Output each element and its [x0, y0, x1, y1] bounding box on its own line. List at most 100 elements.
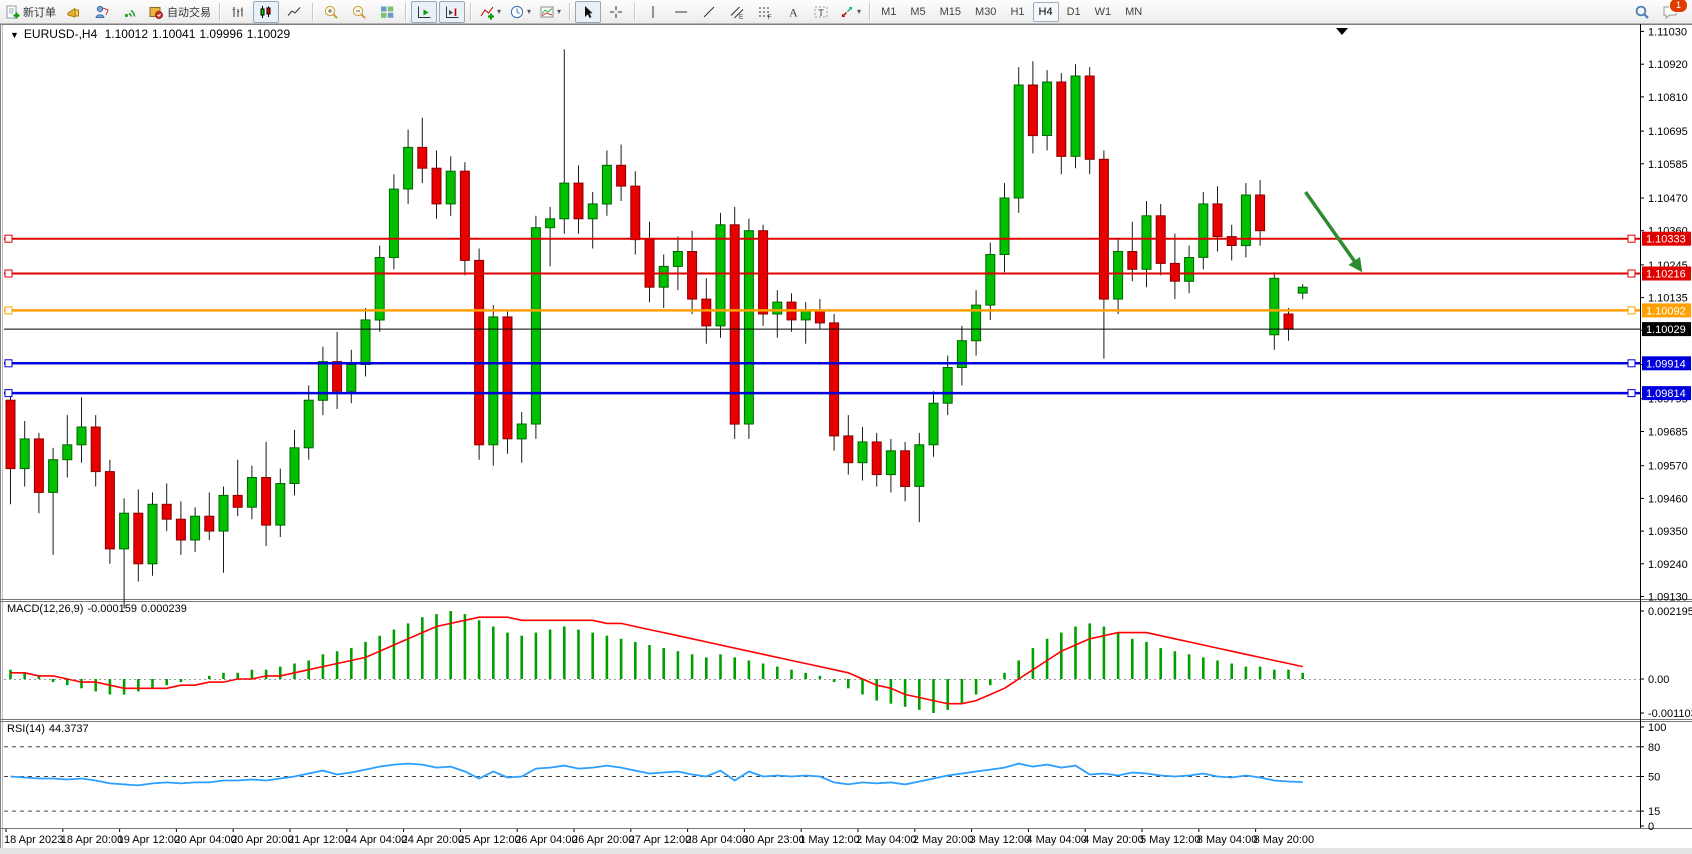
price-tick-label: 1.10470 [1648, 193, 1688, 205]
candle-body [1099, 159, 1108, 299]
candle-body [1284, 314, 1293, 329]
candle-body [475, 260, 484, 444]
price-tick-label: 1.11030 [1648, 26, 1687, 38]
open-value: 1.10012 [105, 27, 148, 41]
candle-body [645, 240, 654, 288]
price-tick-label: 1.09570 [1648, 461, 1688, 473]
candle-body [901, 451, 910, 487]
candle-body [1043, 82, 1052, 136]
close-value: 1.10029 [247, 27, 290, 41]
time-tick-label: 20 Apr 04:00 [174, 834, 236, 846]
candle-body [531, 228, 540, 424]
candle-body [1199, 204, 1208, 258]
svg-text:50: 50 [1648, 772, 1660, 784]
time-tick-label: 19 Apr 12:00 [118, 834, 180, 846]
candle-body [134, 513, 143, 564]
candle-body [162, 504, 171, 519]
svg-text:0.00: 0.00 [1648, 674, 1669, 686]
price-tick-label: 1.10135 [1648, 293, 1688, 305]
line-handle [5, 390, 12, 397]
candle-body [1000, 198, 1009, 255]
candle-body [404, 147, 413, 189]
svg-text:1.10216: 1.10216 [1646, 269, 1686, 281]
time-tick-label: 18 Apr 20:00 [61, 834, 123, 846]
candle-body [574, 183, 583, 219]
horizontal-scrollbar[interactable] [0, 848, 1692, 854]
candle-body [1085, 76, 1094, 159]
time-tick-label: 25 Apr 12:00 [458, 834, 520, 846]
candle-body [702, 299, 711, 326]
symbol-timeframe-label: EURUSD-,H4 [24, 27, 97, 41]
candle-body [49, 460, 58, 493]
candle-body [560, 183, 569, 219]
candle-body [389, 189, 398, 257]
line-handle [1628, 235, 1635, 242]
svg-text:1.09814: 1.09814 [1646, 388, 1686, 400]
candle-body [1213, 204, 1222, 237]
time-tick-label: 24 Apr 04:00 [345, 834, 407, 846]
candle-body [872, 442, 881, 475]
candle-body [858, 442, 867, 463]
candle-body [929, 403, 938, 445]
candle-body [801, 311, 810, 320]
candle-body [773, 302, 782, 314]
svg-text:1.10029: 1.10029 [1646, 324, 1686, 336]
candle-body [915, 445, 924, 487]
line-handle [1628, 270, 1635, 277]
price-line-badge: 1.10216 [1642, 267, 1691, 281]
candle-body [105, 472, 114, 549]
time-tick-label: 3 May 12:00 [970, 834, 1031, 846]
svg-text:1.10333: 1.10333 [1646, 234, 1686, 246]
time-tick-label: 18 Apr 2023 [4, 834, 63, 846]
svg-text:15: 15 [1648, 806, 1660, 818]
time-tick-label: 2 May 20:00 [913, 834, 974, 846]
macd-main-value: -0.000159 [87, 603, 137, 615]
candle-body [191, 516, 200, 540]
candle-body [1170, 263, 1179, 281]
svg-text:0.002195: 0.002195 [1648, 606, 1692, 618]
svg-text:-0.001103: -0.001103 [1648, 708, 1692, 720]
rsi-name: RSI(14) [7, 723, 45, 735]
candle-body [1028, 85, 1037, 136]
macd-signal-value: 0.000239 [141, 603, 187, 615]
candle-body [588, 204, 597, 219]
candle-body [205, 516, 214, 531]
rsi-value: 44.3737 [49, 723, 89, 735]
price-line-badge: 1.10092 [1642, 303, 1691, 317]
price-line-badge: 1.10029 [1642, 322, 1691, 336]
svg-text:1.10092: 1.10092 [1646, 305, 1686, 317]
chart-ohlc-header: ▼EURUSD-,H4 1.100121.100411.099961.10029 [10, 27, 294, 41]
price-tick-label: 1.10920 [1648, 59, 1688, 71]
price-tick-label: 1.09685 [1648, 427, 1688, 439]
candle-body [1256, 195, 1265, 231]
candle-body [20, 439, 29, 469]
price-tick-label: 1.10695 [1648, 126, 1688, 138]
candle-body [546, 219, 555, 228]
candle-body [247, 478, 256, 508]
price-line-badge: 1.09914 [1642, 356, 1691, 370]
low-value: 1.09996 [199, 27, 242, 41]
time-tick-label: 4 May 20:00 [1083, 834, 1144, 846]
price-line-badge: 1.09814 [1642, 386, 1691, 400]
line-handle [5, 235, 12, 242]
candle-body [986, 255, 995, 306]
candle-body [333, 362, 342, 392]
mt-terminal-window: 新订单自动交易▾▾▾EFAT▾M1M5M15M30H1H4D1W1MN1 1.1… [0, 0, 1692, 854]
time-tick-label: 8 May 20:00 [1254, 834, 1315, 846]
candle-body [91, 427, 100, 472]
time-tick-label: 20 Apr 20:00 [231, 834, 293, 846]
price-line-badge: 1.10333 [1642, 232, 1691, 246]
line-handle [1628, 307, 1635, 314]
candle-body [120, 513, 129, 549]
price-tick-label: 1.10810 [1648, 92, 1688, 104]
chart-canvas[interactable]: 1.110301.109201.108101.106951.105851.104… [0, 0, 1692, 854]
candle-body [1071, 76, 1080, 156]
candle-body [77, 427, 86, 445]
candle-body [6, 400, 15, 468]
candle-body [943, 368, 952, 404]
collapse-triangle-icon[interactable]: ▼ [10, 30, 19, 40]
time-tick-label: 24 Apr 20:00 [402, 834, 464, 846]
candle-body [418, 147, 427, 168]
candle-body [602, 165, 611, 204]
line-handle [5, 270, 12, 277]
